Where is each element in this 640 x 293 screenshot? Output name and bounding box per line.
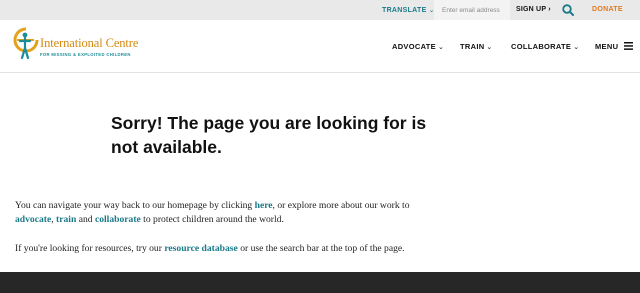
nav-advocate-label: ADVOCATE	[392, 42, 436, 51]
nav-advocate[interactable]: ADVOCATE ⌄	[392, 42, 444, 51]
translate-dropdown[interactable]: TRANSLATE ⌄	[382, 6, 435, 14]
navigation-paragraph: You can navigate your way back to our ho…	[15, 199, 415, 227]
para1-text-5: to protect children around the world.	[140, 214, 284, 225]
translate-label: TRANSLATE	[382, 7, 427, 14]
logo-tagline: FOR MISSING & EXPLOITED CHILDREN	[40, 52, 131, 57]
nav-train[interactable]: TRAIN ⌄	[460, 42, 493, 51]
nav-collaborate[interactable]: COLLABORATE ⌄	[511, 42, 579, 51]
chevron-right-icon: ›	[546, 6, 551, 13]
train-link[interactable]: train	[56, 214, 76, 225]
nav-menu[interactable]: MENU	[595, 42, 633, 51]
donate-button[interactable]: DONATE	[592, 6, 623, 13]
resource-database-link[interactable]: resource database	[164, 243, 237, 254]
site-header: International Centre FOR MISSING & EXPLO…	[0, 20, 640, 73]
nav-collaborate-label: COLLABORATE	[511, 42, 572, 51]
para2-text-1: If you're looking for resources, try our	[15, 243, 165, 254]
chevron-down-icon: ⌄	[573, 44, 580, 51]
para1-text-4: and	[76, 214, 95, 225]
nav-menu-label: MENU	[595, 42, 619, 51]
collaborate-link[interactable]: collaborate	[95, 214, 141, 225]
signup-button[interactable]: SIGN UP ›	[516, 6, 551, 13]
email-input[interactable]	[434, 0, 510, 20]
here-link[interactable]: here	[255, 200, 273, 211]
page-title: Sorry! The page you are looking for is n…	[111, 113, 427, 157]
utility-bar: TRANSLATE⌄ SIGN UP › DONATE	[0, 0, 640, 20]
chevron-down-icon: ⌄	[437, 44, 445, 51]
search-icon[interactable]	[561, 3, 575, 17]
site-footer	[0, 272, 640, 293]
para2-text-2: or use the search bar at the top of the …	[237, 243, 405, 254]
para1-text-1: You can navigate your way back to our ho…	[15, 200, 255, 211]
chevron-down-icon: ⌄	[486, 44, 493, 51]
para1-text-2: , or explore more about our work to	[272, 200, 410, 211]
signup-label: SIGN UP	[516, 6, 547, 13]
logo-name[interactable]: International Centre	[40, 36, 138, 51]
advocate-link[interactable]: advocate	[15, 214, 51, 225]
logo-icon[interactable]	[12, 26, 40, 62]
nav-train-label: TRAIN	[460, 42, 485, 51]
resources-paragraph: If you're looking for resources, try our…	[15, 242, 435, 256]
hamburger-icon	[623, 42, 633, 50]
